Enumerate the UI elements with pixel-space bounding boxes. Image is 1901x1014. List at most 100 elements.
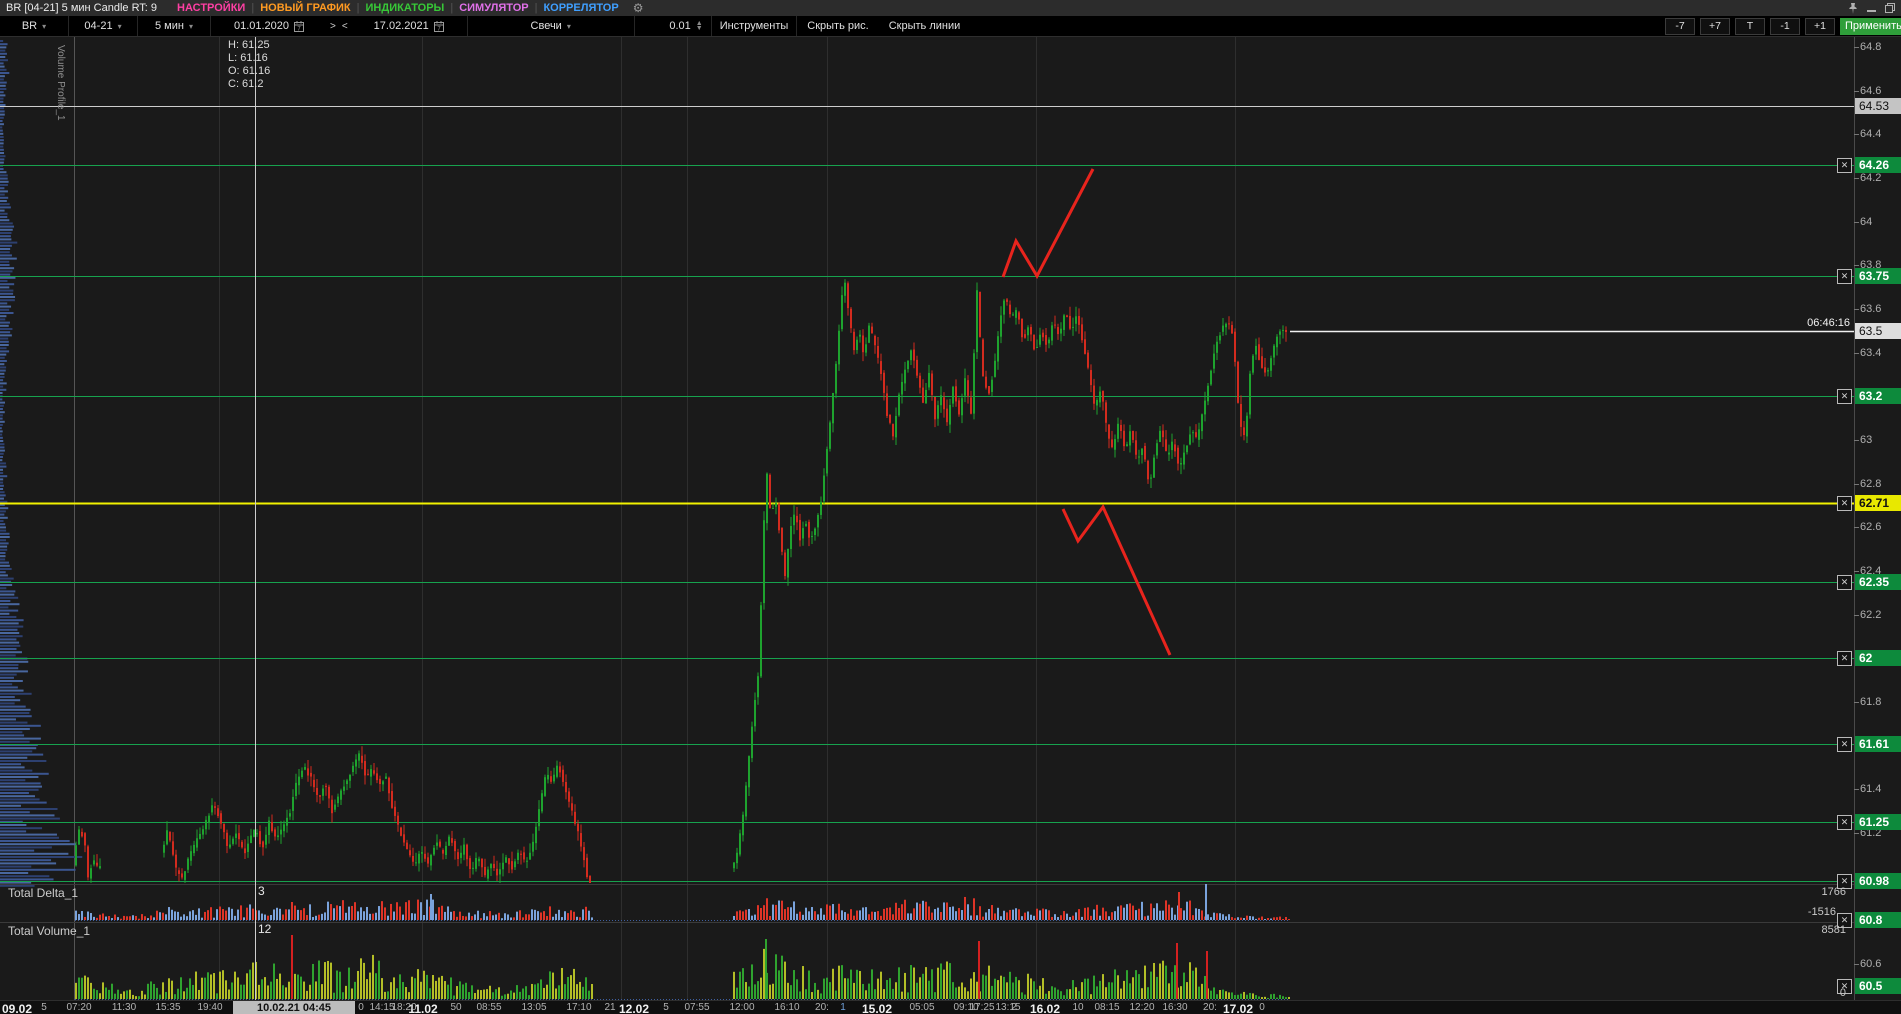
tools-label: Инструменты: [719, 20, 789, 32]
level-checkbox[interactable]: ✕: [1837, 158, 1852, 173]
chart-title: BR [04-21] 5 мин Candle RT: 9: [6, 2, 158, 14]
range-minus7-button[interactable]: -7: [1665, 17, 1695, 35]
menu-item[interactable]: НОВЫЙ ГРАФИК: [260, 2, 350, 14]
time-axis-day-label: 15.02: [861, 1002, 893, 1014]
time-axis-label: 15:35: [155, 1002, 181, 1013]
time-axis-label: 10: [1072, 1002, 1084, 1013]
timeframe-dropdown[interactable]: 5 мин ▾: [138, 16, 211, 36]
time-axis-label: 21: [604, 1002, 616, 1013]
time-axis[interactable]: 10.02.21 04:45 09.02 11.02 12.02 15.02 16.02…: [0, 1000, 1901, 1014]
date-from-field[interactable]: 01.01.2020 7: [211, 16, 327, 36]
time-axis-label: 0: [1259, 1002, 1265, 1013]
menu-separator: |: [251, 2, 255, 14]
level-checkbox[interactable]: ✕: [1837, 269, 1852, 284]
menu-item[interactable]: НАСТРОЙКИ: [177, 2, 245, 14]
time-axis-label: 11:30: [111, 1002, 137, 1013]
level-checkbox[interactable]: ✕: [1837, 815, 1852, 830]
pin-icon[interactable]: [1848, 2, 1858, 14]
menu-separator: |: [534, 2, 538, 14]
gear-icon[interactable]: ⚙: [633, 2, 644, 14]
chevron-down-icon: ▾: [117, 21, 122, 31]
chart-type-dropdown[interactable]: Свечи ▾: [468, 16, 635, 36]
time-axis-label: 16:10: [774, 1002, 800, 1013]
timeframe-value: 5 мин: [155, 20, 184, 32]
time-axis-label: 2: [1011, 1002, 1017, 1013]
minimize-icon[interactable]: [1867, 4, 1876, 13]
symbol-dropdown[interactable]: BR ▾: [0, 16, 69, 36]
level-checkbox[interactable]: ✕: [1837, 389, 1852, 404]
time-axis-label: 20:: [1203, 1002, 1217, 1013]
time-axis-label: 17:10: [566, 1002, 592, 1013]
level-checkbox[interactable]: ✕: [1837, 575, 1852, 590]
date-to-field[interactable]: 17.02.2021 7: [351, 16, 468, 36]
chevron-down-icon: ▾: [188, 21, 193, 31]
range-today-button[interactable]: T: [1735, 17, 1765, 35]
time-axis-day-label: 12.02: [618, 1002, 650, 1014]
time-axis-label: 0: [358, 1002, 364, 1013]
menu-item[interactable]: КОРРЕЛЯТОР: [543, 2, 618, 14]
chevron-down-icon: ▾: [566, 21, 571, 31]
time-axis-label: 20:: [815, 1002, 829, 1013]
tooltip-low: L: 61.16: [228, 52, 268, 64]
time-axis-label: 5: [41, 1002, 47, 1013]
shift-forward-button[interactable]: >: [327, 21, 339, 32]
time-axis-label: 50: [450, 1002, 462, 1013]
contract-dropdown[interactable]: 04-21 ▾: [69, 16, 138, 36]
volume-profile-label: Volume Profile_1: [55, 45, 66, 121]
time-axis-day-label: 09.02: [1, 1002, 33, 1014]
menu-item[interactable]: СИМУЛЯТОР: [459, 2, 528, 14]
symbol-value: BR: [21, 20, 38, 32]
last-price-time: 06:46:16: [1807, 317, 1850, 329]
contract-value: 04-21: [84, 20, 113, 32]
level-checkbox[interactable]: ✕: [1837, 496, 1852, 511]
level-checkbox[interactable]: ✕: [1837, 651, 1852, 666]
range-minus1-button[interactable]: -1: [1770, 17, 1800, 35]
time-axis-day-label: 17.02: [1222, 1002, 1254, 1014]
tooltip-high: H: 61.25: [228, 39, 270, 51]
time-axis-label: 12:00: [729, 1002, 755, 1013]
toolbar: BR ▾ 04-21 ▾ 5 мин ▾ 01.01.2020 7 > < 17…: [0, 16, 1901, 37]
time-axis-label: 07:55: [684, 1002, 710, 1013]
tooltip-open: O: 61.16: [228, 65, 271, 77]
apply-button[interactable]: Применить: [1840, 17, 1901, 35]
time-axis-label: 08:15: [1094, 1002, 1120, 1013]
time-axis-label: 05:05: [909, 1002, 935, 1013]
range-plus7-button[interactable]: +7: [1700, 17, 1730, 35]
tooltip-close: C: 61.2: [228, 78, 264, 90]
menu-separator: |: [356, 2, 360, 14]
range-buttons: -7 +7 T -1 +1 Применить: [1665, 16, 1901, 36]
time-axis-label: 13:05: [521, 1002, 547, 1013]
level-checkbox[interactable]: ✕: [1837, 737, 1852, 752]
spinner-down-icon[interactable]: ▼: [696, 25, 703, 32]
menu-item[interactable]: ИНДИКАТОРЫ: [366, 2, 445, 14]
tools-button[interactable]: Инструменты: [712, 16, 798, 36]
chart-type-value: Свечи: [530, 20, 562, 32]
time-axis-label: 5: [663, 1002, 669, 1013]
time-axis-label: 18:20: [391, 1002, 417, 1013]
time-axis-label: 17:25: [969, 1002, 995, 1013]
restore-icon[interactable]: [1885, 3, 1895, 13]
tick-size-value: 0.01: [669, 20, 691, 32]
tick-size-stepper[interactable]: 0.01 ▲ ▼: [635, 16, 712, 36]
calendar-icon: 7: [294, 20, 305, 32]
range-plus1-button[interactable]: +1: [1805, 17, 1835, 35]
date-from-value: 01.01.2020: [233, 20, 290, 32]
delta-max-value: 1766: [1821, 886, 1846, 898]
hide-drawings-button[interactable]: Скрыть рис.: [797, 20, 878, 32]
price-chart[interactable]: [0, 0, 1901, 1014]
shift-back-button[interactable]: <: [339, 21, 351, 32]
window-controls: [1848, 2, 1895, 14]
time-axis-day-label: 16.02: [1029, 1002, 1061, 1014]
time-axis-label: 12:20: [1129, 1002, 1155, 1013]
crosshair-delta-value: 3: [258, 884, 265, 898]
menu-separator: |: [450, 2, 454, 14]
time-axis-label: 1: [840, 1002, 846, 1013]
volume-min-value: 0: [1839, 987, 1846, 999]
hide-lines-button[interactable]: Скрыть линии: [879, 20, 971, 32]
time-axis-label: 08:55: [476, 1002, 502, 1013]
crosshair-time-badge: 10.02.21 04:45: [233, 1001, 355, 1014]
crosshair-volume-value: 12: [258, 922, 272, 936]
time-axis-label: 07:20: [66, 1002, 92, 1013]
delta-min-value: -1516: [1807, 906, 1836, 918]
time-axis-label: 19:40: [197, 1002, 223, 1013]
